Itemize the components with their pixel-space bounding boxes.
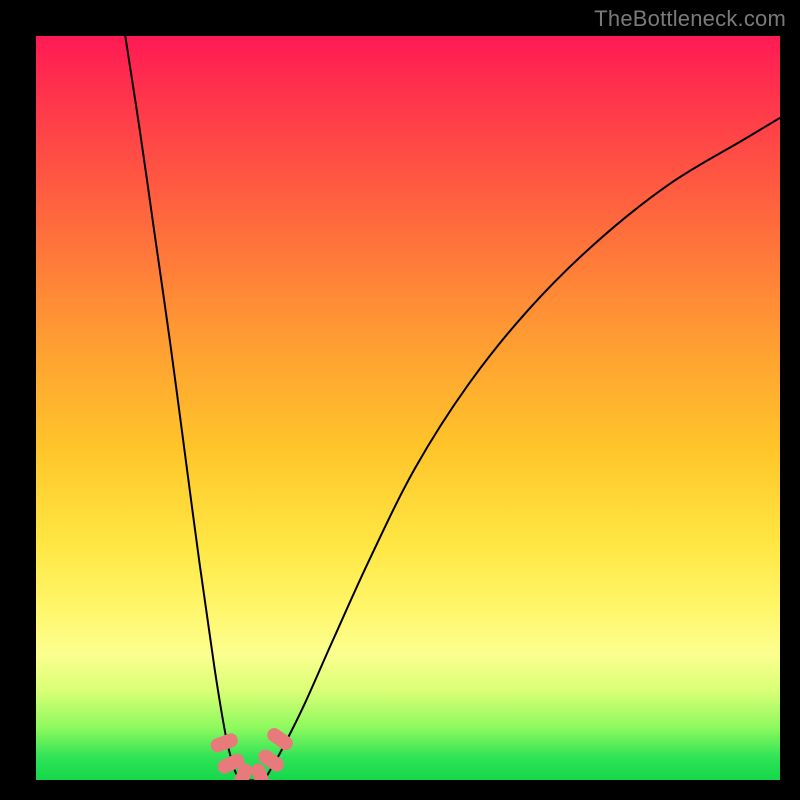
plot-area xyxy=(36,36,780,780)
chart-frame: TheBottleneck.com xyxy=(0,0,800,800)
valley-markers xyxy=(209,725,296,780)
bottleneck-curve xyxy=(36,36,780,780)
valley-marker xyxy=(265,725,296,753)
watermark-text: TheBottleneck.com xyxy=(594,6,786,32)
curve-path xyxy=(125,36,780,780)
valley-marker xyxy=(209,731,240,754)
